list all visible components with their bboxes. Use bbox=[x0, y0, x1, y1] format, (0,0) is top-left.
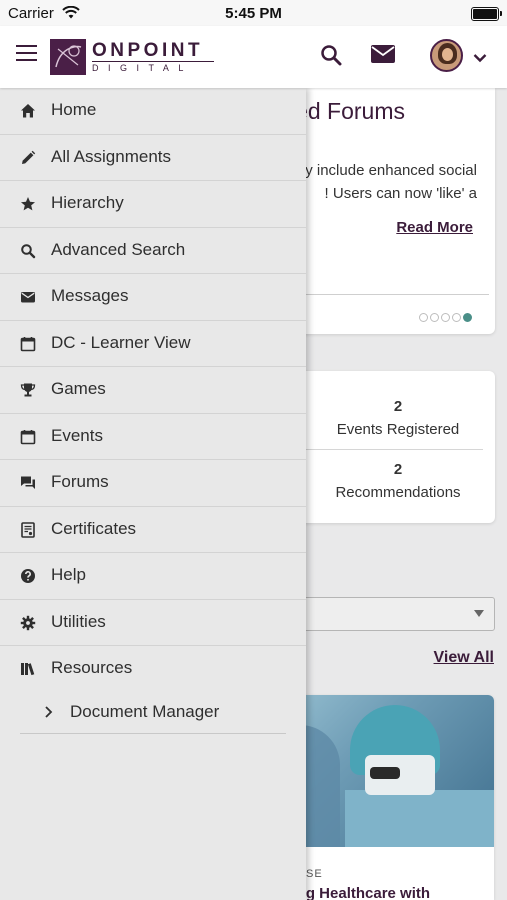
menu-item-utilities[interactable]: Utilities bbox=[0, 600, 306, 646]
menu-item-label: Home bbox=[51, 100, 97, 119]
stat-value: 2 bbox=[393, 398, 403, 415]
chevron-down-icon[interactable] bbox=[473, 50, 487, 68]
dropdown-arrow-icon bbox=[474, 610, 484, 617]
menu-item-label: Advanced Search bbox=[51, 239, 186, 259]
home-icon bbox=[20, 103, 36, 119]
mail-icon bbox=[20, 289, 36, 305]
carousel-dot[interactable] bbox=[430, 313, 439, 323]
submenu-item-label: Document Manager bbox=[70, 701, 220, 721]
gear-icon bbox=[20, 615, 36, 631]
menu-item-all-assignments[interactable]: All Assignments bbox=[0, 135, 306, 181]
menu-item-dc-learner-view[interactable]: DC - Learner View bbox=[0, 321, 306, 367]
trophy-icon bbox=[20, 382, 36, 398]
search-icon[interactable] bbox=[320, 44, 342, 71]
app-header: ONPOINT DIGITAL bbox=[0, 26, 507, 88]
menu-item-help[interactable]: Help bbox=[0, 553, 306, 600]
menu-item-label: All Assignments bbox=[51, 146, 171, 166]
library-icon bbox=[20, 661, 36, 677]
logo-rule bbox=[92, 61, 214, 62]
battery-icon bbox=[471, 7, 502, 21]
navigation-drawer: Home All Assignments Hierarchy Advanced … bbox=[0, 88, 306, 900]
menu-item-label: DC - Learner View bbox=[51, 332, 191, 352]
stat-events-registered[interactable]: 2 Events Registered bbox=[290, 398, 506, 438]
star-icon bbox=[20, 196, 36, 212]
logo-wordmark: ONPOINT bbox=[92, 40, 204, 61]
menu-item-games[interactable]: Games bbox=[0, 367, 306, 414]
avatar[interactable] bbox=[430, 39, 463, 72]
forum-icon bbox=[20, 475, 36, 491]
calendar-icon bbox=[20, 429, 36, 445]
carousel-dot[interactable] bbox=[441, 313, 450, 323]
carousel-dots[interactable] bbox=[417, 309, 472, 327]
menu-item-certificates[interactable]: Certificates bbox=[0, 507, 306, 553]
certificate-icon bbox=[20, 521, 36, 538]
menu-item-resources[interactable]: Resources bbox=[0, 646, 306, 693]
menu-item-label: Certificates bbox=[51, 518, 137, 538]
menu-item-label: Games bbox=[51, 379, 106, 398]
menu-item-advanced-search[interactable]: Advanced Search bbox=[0, 228, 306, 274]
menu-item-messages[interactable]: Messages bbox=[0, 274, 306, 321]
stat-label: Events Registered bbox=[336, 421, 460, 438]
menu-item-label: Hierarchy bbox=[51, 193, 124, 212]
carousel-dot[interactable] bbox=[452, 313, 461, 323]
carousel-dot-active[interactable] bbox=[463, 313, 472, 323]
stat-value: 2 bbox=[393, 461, 403, 478]
stat-label: Recommendations bbox=[335, 484, 461, 501]
menu-item-events[interactable]: Events bbox=[0, 414, 306, 460]
menu-item-label: Help bbox=[51, 565, 86, 584]
search-icon bbox=[20, 243, 36, 259]
view-all-link[interactable]: View All bbox=[434, 649, 494, 667]
menu-item-forums[interactable]: Forums bbox=[0, 460, 306, 507]
course-type: SE bbox=[306, 868, 323, 880]
read-more-link[interactable]: Read More bbox=[396, 219, 473, 236]
menu-item-label: Forums bbox=[51, 472, 109, 491]
menu-item-label: Resources bbox=[51, 658, 133, 677]
divider bbox=[20, 732, 286, 734]
hamburger-icon[interactable] bbox=[16, 45, 37, 62]
submenu-item-document-manager[interactable]: Document Manager bbox=[0, 693, 306, 733]
pencil-icon bbox=[20, 150, 36, 166]
menu-item-label: Utilities bbox=[51, 611, 106, 631]
menu-item-hierarchy[interactable]: Hierarchy bbox=[0, 181, 306, 228]
clock: 5:45 PM bbox=[225, 5, 282, 22]
menu-item-home[interactable]: Home bbox=[0, 88, 306, 135]
menu-item-label: Events bbox=[51, 425, 103, 445]
help-icon bbox=[20, 568, 36, 584]
chevron-right-icon bbox=[43, 705, 53, 724]
stat-recommendations[interactable]: 2 Recommendations bbox=[290, 461, 506, 501]
mail-icon[interactable] bbox=[371, 45, 395, 68]
news-title: ed Forums bbox=[295, 98, 405, 124]
logo-mark-icon bbox=[50, 39, 86, 75]
calendar-icon bbox=[20, 336, 36, 352]
menu-item-label: Messages bbox=[51, 286, 129, 305]
logo-subtitle: DIGITAL bbox=[92, 63, 193, 73]
carousel-dot[interactable] bbox=[419, 313, 428, 323]
divider bbox=[290, 449, 483, 450]
status-bar: Carrier 5:45 PM bbox=[0, 0, 507, 26]
